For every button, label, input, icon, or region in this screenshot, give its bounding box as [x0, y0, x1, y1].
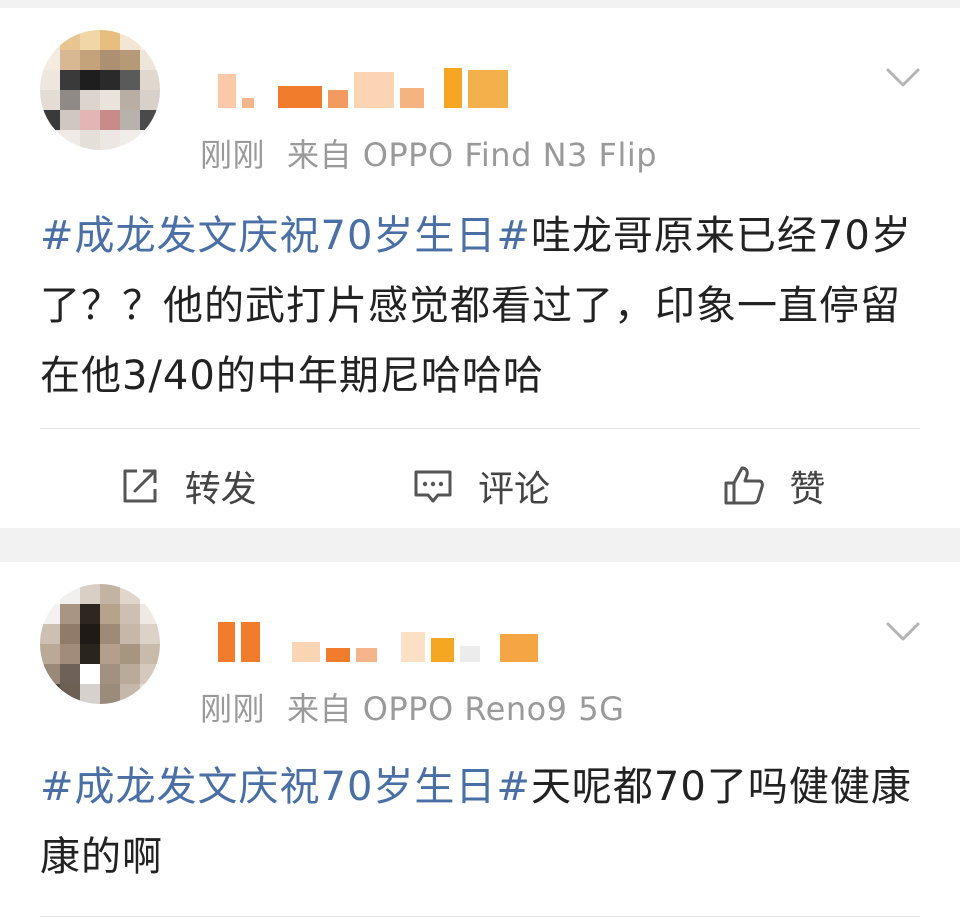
- post-meta: 刚刚 来自 OPPO Reno9 5G: [200, 684, 624, 730]
- post-text: #成龙发文庆祝70岁生日#哇龙哥原来已经70岁了？？他的武打片感觉都看过了，印象…: [40, 201, 920, 411]
- hashtag-link[interactable]: #成龙发文庆祝70岁生日#: [40, 764, 531, 810]
- action-bar: 转发 评论 赞: [40, 444, 920, 528]
- repost-icon: [123, 469, 157, 503]
- post-text: #成龙发文庆祝70岁生日#天呢都70了吗健健康康的啊: [40, 752, 920, 892]
- post-card: 刚刚 来自 OPPO Reno9 5G #成龙发文庆祝70岁生日#天呢都70了吗健…: [0, 562, 960, 924]
- chevron-down-icon[interactable]: [886, 68, 920, 88]
- like-button[interactable]: 赞: [627, 444, 920, 528]
- username-masked[interactable]: [218, 66, 538, 108]
- post-source: 来自 OPPO Reno9 5G: [287, 690, 625, 728]
- post-meta: 刚刚 来自 OPPO Find N3 Flip: [200, 130, 657, 176]
- avatar[interactable]: [40, 584, 160, 704]
- username-masked[interactable]: [218, 620, 539, 662]
- comment-label: 评论: [477, 469, 550, 510]
- post-time: 刚刚: [200, 136, 266, 174]
- hashtag-link[interactable]: #成龙发文庆祝70岁生日#: [40, 213, 531, 259]
- weibo-feed: 刚刚 来自 OPPO Find N3 Flip #成龙发文庆祝70岁生日#哇龙哥原…: [0, 0, 960, 924]
- avatar[interactable]: [40, 30, 160, 150]
- thumbs-up-icon: [724, 466, 765, 505]
- divider: [40, 916, 920, 917]
- divider: [40, 428, 920, 429]
- repost-label: 转发: [184, 469, 257, 510]
- post-time: 刚刚: [200, 690, 266, 728]
- post-card: 刚刚 来自 OPPO Find N3 Flip #成龙发文庆祝70岁生日#哇龙哥原…: [0, 8, 960, 528]
- post-source: 来自 OPPO Find N3 Flip: [287, 136, 658, 174]
- like-label: 赞: [789, 469, 826, 510]
- comment-icon: [414, 470, 452, 503]
- comment-button[interactable]: 评论: [333, 444, 626, 528]
- repost-button[interactable]: 转发: [40, 444, 333, 528]
- chevron-down-icon[interactable]: [886, 622, 920, 642]
